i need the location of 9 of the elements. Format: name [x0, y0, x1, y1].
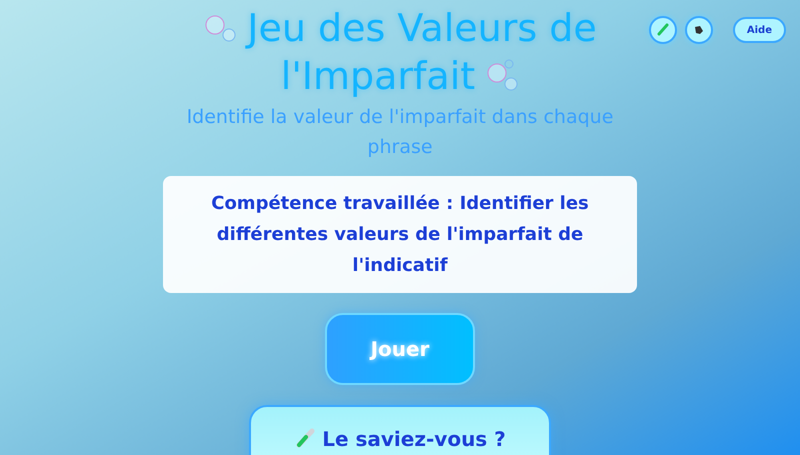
- title: l'Imparfait: [280, 53, 476, 100]
- title: Jeu des Valeurs de: [247, 5, 597, 52]
- subtitle: Identifie la valeur de l'imparfait dans chaque phrase: [186, 105, 614, 160]
- did-you-know-title: Le saviez-vous ?: [322, 427, 506, 451]
- help-button[interactable]: Aide: [732, 17, 786, 43]
- bubbles-icon: [203, 13, 238, 43]
- skill-text: Compétence travaillée : Identifier les différentes valeurs de l'imparfait de l'indicatif: [210, 192, 590, 278]
- bubbles-icon: [485, 59, 520, 93]
- icon-button[interactable]: [684, 16, 713, 44]
